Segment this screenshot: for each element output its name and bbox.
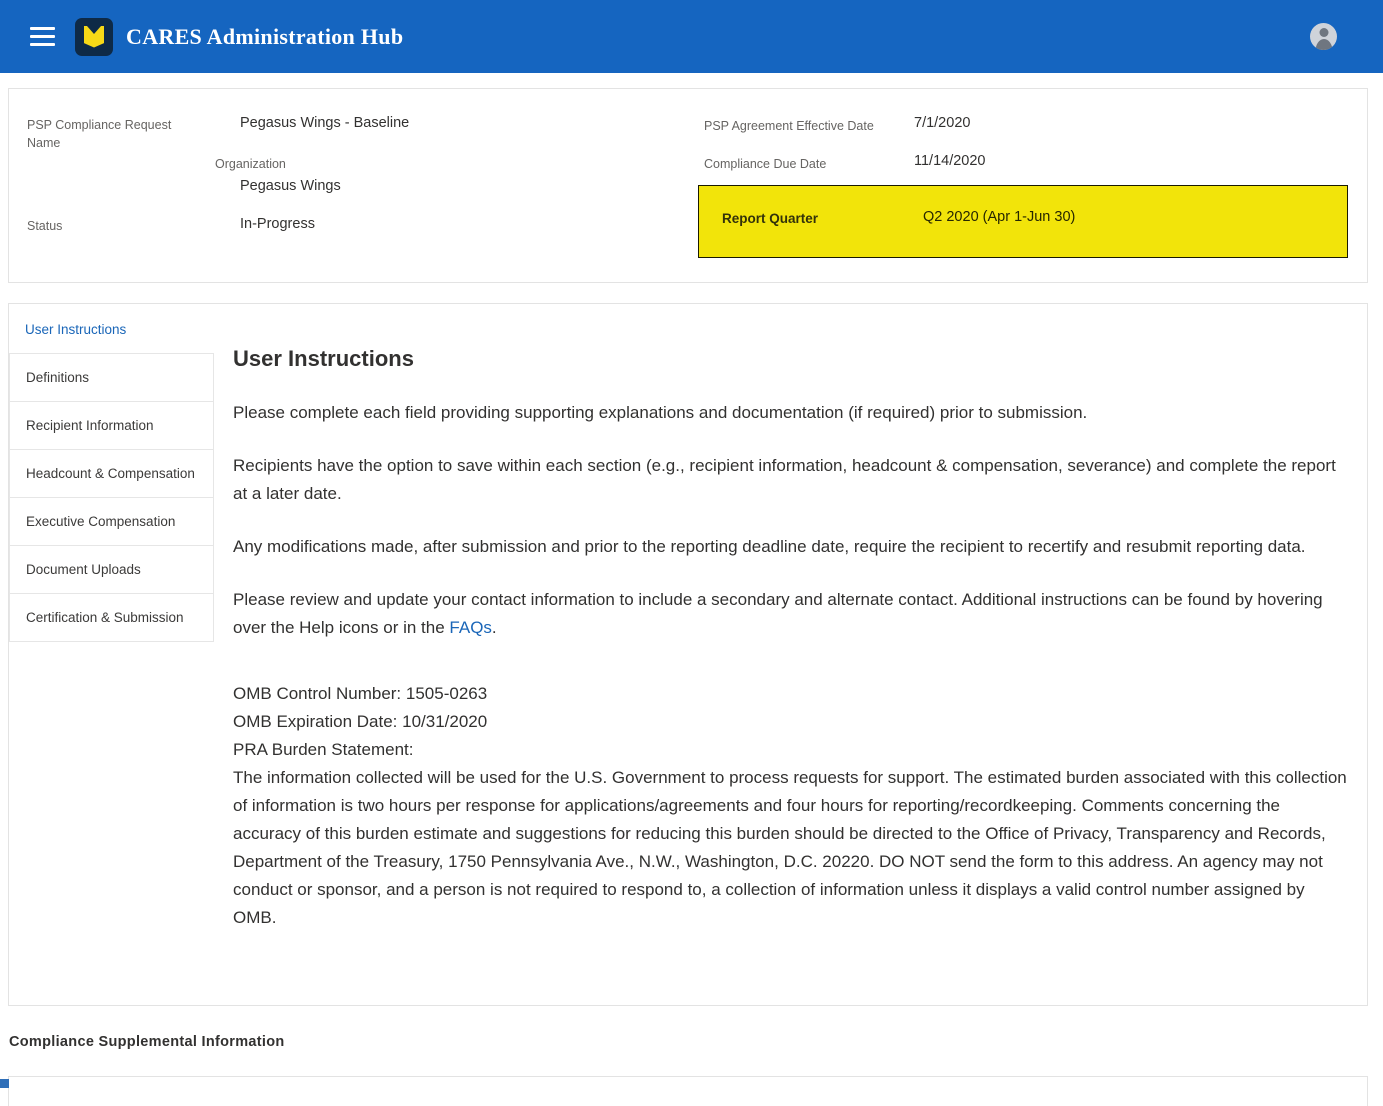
tab-content-panel: User Instructions Please complete each f…: [214, 304, 1367, 1005]
supplemental-information-card-partial: [8, 1076, 1368, 1106]
report-quarter-value: Q2 2020 (Apr 1-Jun 30): [923, 209, 1075, 225]
instructions-paragraph-1: Please complete each field providing sup…: [233, 399, 1347, 427]
tab-user-instructions[interactable]: User Instructions: [9, 304, 214, 354]
supplemental-information-heading: Compliance Supplemental Information: [9, 1035, 1383, 1050]
tab-executive-compensation[interactable]: Executive Compensation: [9, 497, 214, 546]
paragraph-4-period: .: [492, 618, 497, 637]
omb-control-number: OMB Control Number: 1505-0263: [233, 680, 1347, 708]
report-quarter-label: Report Quarter: [722, 211, 818, 226]
request-name-value: Pegasus Wings - Baseline: [240, 113, 409, 133]
request-name-label: PSP Compliance Request Name: [27, 116, 187, 152]
tab-definitions[interactable]: Definitions: [9, 353, 214, 402]
faqs-link[interactable]: FAQs: [449, 618, 492, 637]
pra-burden-statement-label: PRA Burden Statement:: [233, 736, 1347, 764]
compliance-summary-card: PSP Compliance Request Name Pegasus Wing…: [8, 88, 1368, 283]
status-label: Status: [27, 217, 62, 235]
omb-expiration-date: OMB Expiration Date: 10/31/2020: [233, 708, 1347, 736]
page-title: User Instructions: [233, 344, 1347, 374]
report-quarter-highlight: Report Quarter Q2 2020 (Apr 1-Jun 30): [698, 185, 1348, 258]
app-title: CARES Administration Hub: [126, 24, 403, 50]
effective-date-value: 7/1/2020: [914, 113, 970, 133]
tab-recipient-information[interactable]: Recipient Information: [9, 401, 214, 450]
section-tab-list: User Instructions Definitions Recipient …: [9, 304, 214, 1005]
pra-burden-statement-body: The information collected will be used f…: [233, 768, 1347, 927]
top-navbar: CARES Administration Hub: [0, 0, 1383, 73]
instructions-paragraph-3: Any modifications made, after submission…: [233, 533, 1347, 561]
hamburger-menu-icon[interactable]: [30, 27, 55, 46]
instructions-paragraph-4: Please review and update your contact in…: [233, 586, 1347, 642]
user-avatar-button[interactable]: [1310, 23, 1337, 50]
organization-value: Pegasus Wings: [240, 176, 341, 196]
effective-date-label: PSP Agreement Effective Date: [704, 117, 874, 135]
instructions-paragraph-2: Recipients have the option to save withi…: [233, 452, 1347, 508]
tab-headcount-compensation[interactable]: Headcount & Compensation: [9, 449, 214, 498]
organization-label: Organization: [215, 155, 286, 173]
tab-certification-submission[interactable]: Certification & Submission: [9, 593, 214, 642]
tab-document-uploads[interactable]: Document Uploads: [9, 545, 214, 594]
omb-statement-block: OMB Control Number: 1505-0263 OMB Expira…: [233, 680, 1347, 932]
app-logo[interactable]: [75, 18, 113, 56]
partial-blue-element: [0, 1079, 9, 1088]
paragraph-4-text: Please review and update your contact in…: [233, 590, 1323, 637]
status-value: In-Progress: [240, 214, 315, 234]
shield-icon: [84, 26, 104, 48]
due-date-value: 11/14/2020: [914, 151, 986, 171]
main-card: User Instructions Definitions Recipient …: [8, 303, 1368, 1006]
due-date-label: Compliance Due Date: [704, 155, 826, 173]
